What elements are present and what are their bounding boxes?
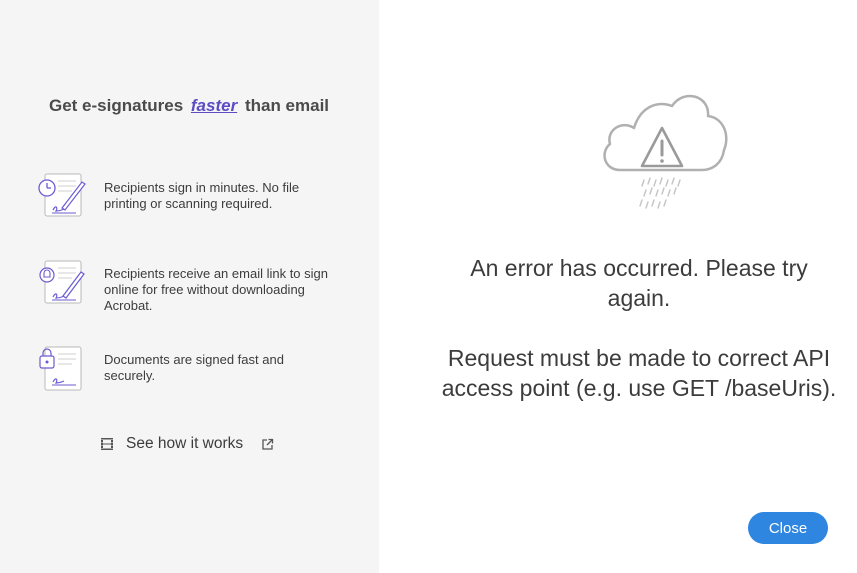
feature-text: Recipients receive an email link to sign… [104,266,328,313]
email-link-sign-icon [39,260,85,304]
error-panel: An error has occurred. Please try again.… [379,0,857,573]
film-icon [101,438,113,450]
feature-item: Documents are signed fast and securely. [36,344,336,394]
secure-document-icon [39,346,82,391]
close-button[interactable]: Close [748,512,828,544]
error-message-block: An error has occurred. Please try again.… [441,253,837,403]
headline-pre: Get e-signatures [49,96,184,115]
see-how-label[interactable]: See how it works [126,435,243,453]
headline-emphasis: faster [190,96,238,115]
headline-post: than email [244,96,330,115]
see-how-it-works-link[interactable]: See how it works [100,434,274,454]
signing-timer-icon [38,173,86,217]
error-message: An error has occurred. Please try again. [470,255,808,311]
feature-text: Documents are signed fast and securely. [104,352,284,383]
feature-item: Recipients receive an email link to sign… [36,258,336,313]
error-detail: Request must be made to correct API acce… [441,345,837,401]
feature-item: Recipients sign in minutes. No file prin… [36,172,336,222]
feature-text: Recipients sign in minutes. No file prin… [104,180,300,211]
promo-panel: Get e-signatures faster than email Recip… [0,0,379,573]
cloud-warning-icon [603,94,728,209]
external-link-icon[interactable] [261,438,274,451]
promo-headline: Get e-signatures faster than email [49,96,369,116]
